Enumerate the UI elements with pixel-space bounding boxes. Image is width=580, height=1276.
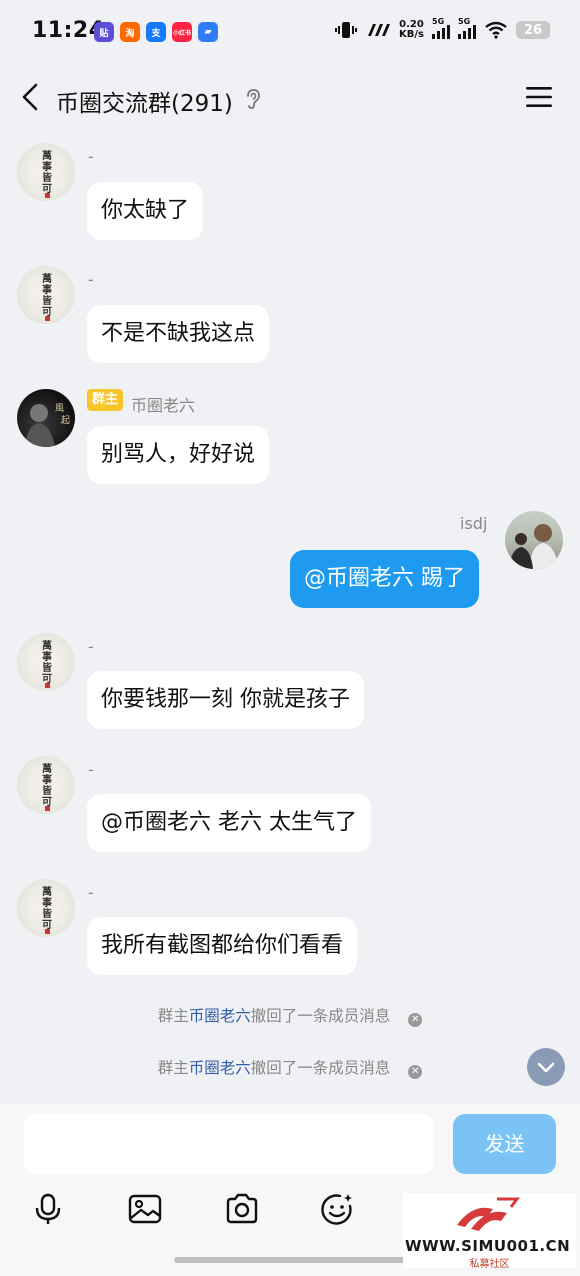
camera-icon[interactable]: [225, 1192, 259, 1226]
watermark: WWW.SIMU001.CN 私募社区: [403, 1193, 576, 1270]
watermark-logo-icon: [457, 1197, 520, 1231]
wifi-icon: [485, 21, 507, 39]
notice-prefix: 群主: [157, 1007, 189, 1025]
cellular-signal-2-icon: 5G: [458, 17, 476, 39]
taobao-app-icon: 淘: [120, 22, 140, 42]
send-button[interactable]: 发送: [453, 1114, 556, 1174]
sender-name: isdj: [460, 514, 488, 533]
vibrate-icon: [335, 22, 358, 38]
back-arrow-icon[interactable]: [18, 82, 42, 112]
xiaohongshu-app-icon: 小红书: [172, 22, 192, 42]
emoji-icon[interactable]: [320, 1192, 354, 1226]
dismiss-notice-icon[interactable]: ✕: [408, 1013, 423, 1027]
dismiss-notice-icon[interactable]: ✕: [408, 1065, 423, 1079]
net-speed: 0.20 KB/s: [399, 19, 424, 40]
notification-app-icons: 贴 淘 支 小红书 ▰: [94, 22, 218, 42]
avatar[interactable]: 萬事 皆可: [17, 879, 75, 937]
battery-indicator: 26: [516, 21, 550, 39]
ear-mode-icon[interactable]: [244, 88, 262, 110]
sender-name: -: [88, 270, 94, 289]
chat-header: 币圈交流群(291): [0, 62, 580, 134]
message-app-icon: ▰: [198, 22, 218, 42]
scroll-to-bottom-button[interactable]: [527, 1048, 565, 1086]
message-bubble[interactable]: @币圈老六 老六 太生气了: [87, 794, 371, 852]
microphone-icon[interactable]: [31, 1192, 65, 1226]
status-indicators: 0.20 KB/s 5G 5G 26: [335, 17, 550, 40]
notice-text: 撤回了一条成员消息: [250, 1007, 391, 1025]
group-owner-badge: 群主: [87, 389, 124, 411]
image-icon[interactable]: [128, 1192, 162, 1226]
hd-signal-icon: [368, 24, 391, 36]
watermark-subtitle: 私募社区: [469, 1259, 510, 1270]
alipay-app-icon: 支: [146, 22, 166, 42]
message-input[interactable]: [24, 1114, 434, 1174]
message-bubble[interactable]: 我所有截图都给你们看看: [87, 917, 358, 975]
self-avatar-art: [509, 524, 559, 569]
tieba-app-icon: 贴: [94, 22, 114, 42]
sender-name: -: [88, 147, 94, 166]
sender-name: -: [88, 883, 94, 902]
sender-name: 币圈老六: [131, 396, 196, 415]
notice-member-link[interactable]: 币圈老六: [189, 1059, 251, 1077]
chevron-down-icon: [537, 1062, 555, 1073]
watermark-url: WWW.SIMU001.CN: [405, 1237, 571, 1255]
message-bubble[interactable]: 不是不缺我这点: [87, 305, 270, 363]
chat-title[interactable]: 币圈交流群(291): [56, 84, 233, 118]
sender-name: -: [88, 760, 94, 779]
avatar[interactable]: 萬事 皆可: [17, 756, 75, 814]
message-bubble[interactable]: 你要钱那一刻 你就是孩子: [87, 671, 364, 729]
notice-member-link[interactable]: 币圈老六: [189, 1007, 251, 1025]
menu-icon[interactable]: [526, 86, 552, 108]
system-notice: 群主币圈老六撤回了一条成员消息 ✕: [0, 1005, 580, 1027]
avatar[interactable]: 萬事 皆可: [17, 143, 75, 201]
message-bubble-self[interactable]: @币圈老六 踢了: [290, 550, 479, 608]
svg-text:風: 風: [55, 403, 64, 414]
avatar[interactable]: [505, 511, 563, 569]
avatar[interactable]: 萬事 皆可: [17, 266, 75, 324]
avatar[interactable]: 萬事 皆可: [17, 633, 75, 691]
owner-avatar-art: 風 起: [25, 403, 70, 447]
svg-text:起: 起: [61, 415, 70, 426]
message-bubble[interactable]: 别骂人，好好说: [87, 426, 270, 484]
status-bar: 11:24 贴 淘 支 小红书 ▰ 0.20 KB/s 5G 5G 26: [0, 0, 580, 62]
system-notice: 群主币圈老六撤回了一条成员消息 ✕: [0, 1057, 580, 1079]
cellular-signal-1-icon: 5G: [432, 17, 450, 39]
home-indicator[interactable]: [174, 1257, 406, 1263]
notice-prefix: 群主: [157, 1059, 189, 1077]
avatar[interactable]: 風 起: [17, 389, 75, 447]
message-bubble[interactable]: 你太缺了: [87, 182, 204, 240]
sender-name: -: [88, 637, 94, 656]
notice-text: 撤回了一条成员消息: [250, 1059, 391, 1077]
